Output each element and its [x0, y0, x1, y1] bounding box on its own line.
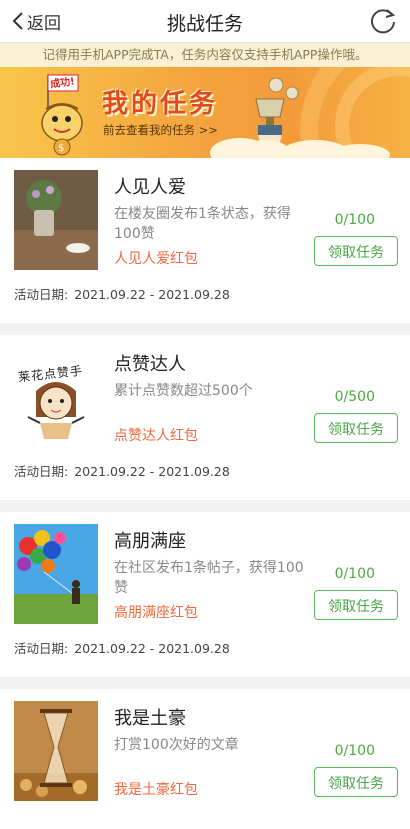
claim-task-button[interactable]: 领取任务	[314, 767, 398, 797]
date-range: 2021.09.22 - 2021.09.28	[74, 287, 230, 302]
refresh-icon[interactable]	[368, 6, 398, 36]
navbar: 返回 挑战任务	[0, 0, 410, 43]
my-tasks-banner[interactable]: $ 成功! 我的任务 前去查看我的任务 >>	[0, 67, 410, 158]
task-description: 在楼友圈发布1条状态，获得100赞	[114, 206, 291, 242]
task-reward: 人见人爱红包	[114, 251, 198, 267]
task-name: 高朋满座	[114, 531, 186, 552]
claim-task-button[interactable]: 领取任务	[314, 413, 398, 443]
date-range: 2021.09.22 - 2021.09.28	[74, 641, 230, 656]
banner-title: 我的任务	[102, 89, 219, 119]
page-title: 挑战任务	[166, 13, 243, 35]
task-progress: 0/100	[334, 743, 375, 759]
svg-text:$: $	[58, 143, 64, 154]
task-reward: 点赞达人红包	[114, 428, 198, 444]
task-card: 莱花点赞手 点赞达人 累计点赞数超过500个 点赞达人红包 0/500 领取任务…	[0, 335, 410, 500]
task-card: 高朋满座 在社区发布1条帖子，获得100赞 高朋满座红包 0/100 领取任务 …	[0, 512, 410, 677]
task-description: 打赏100次好的文章	[114, 737, 239, 753]
task-name: 人见人爱	[114, 177, 186, 198]
task-progress: 0/500	[334, 389, 375, 405]
banner-link[interactable]: 前去查看我的任务 >>	[103, 122, 218, 138]
task-image-cartoon-girl: 莱花点赞手	[14, 347, 98, 447]
task-image-hourglass-coins	[14, 701, 98, 801]
task-description: 累计点赞数超过500个	[114, 383, 253, 399]
claim-task-button[interactable]: 领取任务	[314, 236, 398, 266]
task-progress: 0/100	[334, 212, 375, 228]
task-reward: 高朋满座红包	[114, 605, 198, 621]
date-label: 活动日期:	[14, 287, 69, 302]
notice-bar: 记得用手机APP完成TA，任务内容仅支持手机APP操作哦。	[0, 43, 410, 67]
task-date: 活动日期: 2021.09.22 - 2021.09.28	[14, 461, 230, 480]
task-image-balloons	[14, 524, 98, 624]
date-label: 活动日期:	[14, 641, 69, 656]
task-reward: 我是土豪红包	[114, 782, 198, 798]
task-progress: 0/100	[334, 566, 375, 582]
task-date: 活动日期: 2021.09.22 - 2021.09.28	[14, 284, 230, 303]
task-name: 点赞达人	[114, 354, 186, 375]
task-image-plant-table	[14, 170, 98, 270]
task-description: 在社区发布1条帖子，获得100赞	[114, 560, 304, 596]
claim-task-button[interactable]: 领取任务	[314, 590, 398, 620]
task-date: 活动日期: 2021.09.22 - 2021.09.28	[14, 638, 230, 657]
task-card: 人见人爱 在楼友圈发布1条状态，获得100赞 人见人爱红包 0/100 领取任务…	[0, 158, 410, 323]
date-range: 2021.09.22 - 2021.09.28	[74, 464, 230, 479]
date-label: 活动日期:	[14, 464, 69, 479]
task-name: 我是土豪	[114, 708, 186, 729]
task-card: 我是土豪 打赏100次好的文章 我是土豪红包 0/100 领取任务	[0, 689, 410, 829]
